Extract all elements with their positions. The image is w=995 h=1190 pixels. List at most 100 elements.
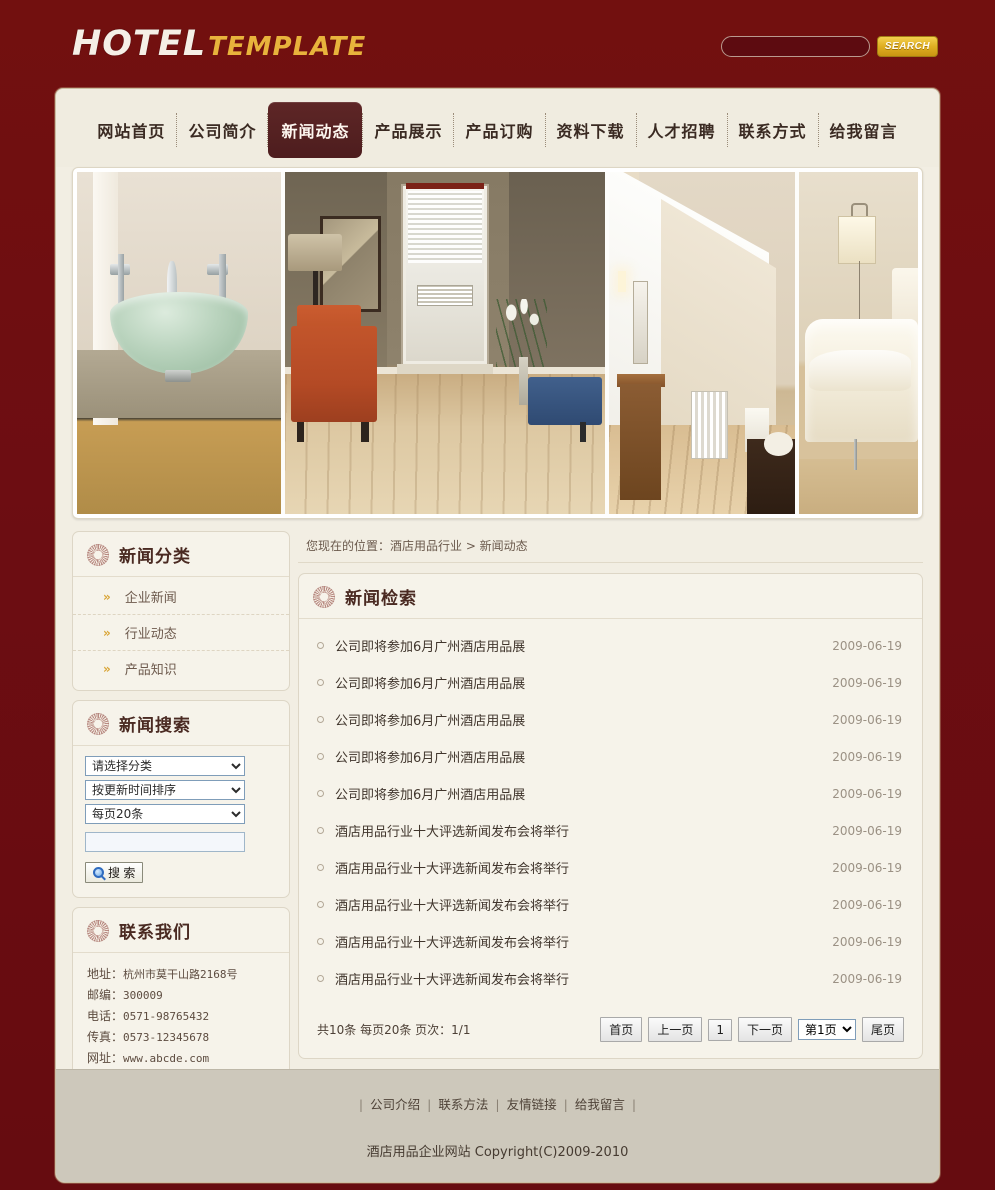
breadcrumb: 您现在的位置：酒店用品行业 > 新闻动态 <box>298 531 923 563</box>
category-item[interactable]: » 产品知识 <box>73 651 289 686</box>
news-item[interactable]: 公司即将参加6月广州酒店用品展 2009-06-19 <box>317 627 904 664</box>
panel-header: 联系我们 <box>73 908 289 953</box>
panel-news-categories: 新闻分类 » 企业新闻 » 行业动态 » 产品知识 <box>72 531 290 691</box>
category-item-label: 行业动态 <box>124 627 177 642</box>
news-item-title: 酒店用品行业十大评选新闻发布会将举行 <box>335 899 570 914</box>
banner-slide-bedroom[interactable] <box>795 172 918 514</box>
last-page-button[interactable]: 尾页 <box>861 1017 904 1042</box>
news-item[interactable]: 公司即将参加6月广州酒店用品展 2009-06-19 <box>317 701 904 738</box>
category-select[interactable]: 请选择分类 <box>85 756 245 776</box>
keyword-input[interactable] <box>85 832 245 852</box>
news-item-date: 2009-06-19 <box>832 712 902 727</box>
banner-slide-attic[interactable] <box>605 172 796 514</box>
news-item-title: 酒店用品行业十大评选新闻发布会将举行 <box>335 973 570 988</box>
page-jump-select[interactable]: 第1页 <box>797 1019 856 1040</box>
sort-select[interactable]: 按更新时间排序 <box>85 780 245 800</box>
bullet-icon <box>317 827 324 834</box>
sunburst-icon <box>313 585 335 608</box>
bullet-icon <box>317 864 324 871</box>
news-list: 公司即将参加6月广州酒店用品展 2009-06-19 公司即将参加6月广州酒店用品展… <box>299 619 922 1001</box>
contact-value: 300009 <box>123 989 163 1002</box>
news-item-date: 2009-06-19 <box>832 897 902 912</box>
sunburst-icon <box>87 543 109 566</box>
category-item-label: 企业新闻 <box>124 591 177 606</box>
footer-link-1[interactable]: 公司介绍 <box>370 1097 420 1112</box>
contact-value: 0573-12345678 <box>123 1031 210 1044</box>
nav-item-6[interactable]: 资料下载 <box>546 106 636 154</box>
pagination: 共10条 每页20条 页次：1/1 首页 上一页 1 下一页 第1页 尾页 <box>299 1003 922 1058</box>
contact-label: 网址： <box>87 1051 124 1065</box>
per-page-select[interactable]: 每页20条 <box>85 804 245 824</box>
hero-banner[interactable] <box>72 167 923 519</box>
search-input[interactable] <box>721 36 870 57</box>
contact-line: 地址：杭州市莫干山路2168号 <box>87 964 275 985</box>
news-item-title: 公司即将参加6月广州酒店用品展 <box>335 640 526 655</box>
contact-label: 邮编： <box>87 988 124 1002</box>
contact-line: 邮编：300009 <box>87 985 275 1006</box>
news-item[interactable]: 公司即将参加6月广州酒店用品展 2009-06-19 <box>317 664 904 701</box>
bullet-icon <box>317 790 324 797</box>
footer-links: | 公司介绍 | 联系方法 | 友情链接 | 给我留言 | <box>56 1094 939 1113</box>
pagination-controls: 首页 上一页 1 下一页 第1页 尾页 <box>600 1017 904 1042</box>
panel-title: 联系我们 <box>119 923 191 943</box>
news-item[interactable]: 酒店用品行业十大评选新闻发布会将举行 2009-06-19 <box>317 849 904 886</box>
news-item[interactable]: 酒店用品行业十大评选新闻发布会将举行 2009-06-19 <box>317 812 904 849</box>
banner-slide-bathroom[interactable] <box>77 172 281 514</box>
bullet-icon <box>317 716 324 723</box>
banner-slide-livingroom[interactable] <box>280 172 606 514</box>
news-item[interactable]: 公司即将参加6月广州酒店用品展 2009-06-19 <box>317 738 904 775</box>
nav-item-9[interactable]: 给我留言 <box>819 106 909 154</box>
news-item[interactable]: 酒店用品行业十大评选新闻发布会将举行 2009-06-19 <box>317 886 904 923</box>
footer-separator: | <box>495 1097 500 1112</box>
site-footer: | 公司介绍 | 联系方法 | 友情链接 | 给我留言 | 酒店用品企业网站 Copyright… <box>56 1069 939 1182</box>
panel-title: 新闻分类 <box>119 547 191 567</box>
panel-title: 新闻搜索 <box>119 716 191 736</box>
panel-header: 新闻分类 <box>73 532 289 577</box>
news-item[interactable]: 公司即将参加6月广州酒店用品展 2009-06-19 <box>317 775 904 812</box>
contact-label: 电话： <box>87 1009 124 1023</box>
nav-item-1[interactable]: 网站首页 <box>86 106 176 154</box>
footer-link-3[interactable]: 友情链接 <box>507 1097 557 1112</box>
category-item[interactable]: » 行业动态 <box>73 615 289 651</box>
chevron-right-icon: » <box>103 661 111 676</box>
footer-link-4[interactable]: 给我留言 <box>575 1097 625 1112</box>
nav-item-5[interactable]: 产品订购 <box>454 106 544 154</box>
nav-item-3[interactable]: 新闻动态 <box>268 102 363 158</box>
nav-item-4[interactable]: 产品展示 <box>363 106 453 154</box>
footer-separator: | <box>563 1097 568 1112</box>
bullet-icon <box>317 901 324 908</box>
first-page-button[interactable]: 首页 <box>600 1017 643 1042</box>
bullet-icon <box>317 679 324 686</box>
nav-item-2[interactable]: 公司简介 <box>177 106 267 154</box>
header-search: SEARCH <box>721 36 938 57</box>
prev-page-button[interactable]: 上一页 <box>648 1017 703 1042</box>
page-number-1[interactable]: 1 <box>708 1018 732 1041</box>
news-item-title: 公司即将参加6月广州酒店用品展 <box>335 751 526 766</box>
sunburst-icon <box>87 919 109 942</box>
next-page-button[interactable]: 下一页 <box>737 1017 792 1042</box>
news-item-date: 2009-06-19 <box>832 638 902 653</box>
news-search-button-label: 搜 索 <box>108 866 136 880</box>
footer-link-2[interactable]: 联系方法 <box>438 1097 488 1112</box>
panel-title: 新闻检索 <box>345 589 417 609</box>
news-item-date: 2009-06-19 <box>832 971 902 986</box>
logo-secondary-text: TEMPLATE <box>208 32 367 62</box>
news-item[interactable]: 酒店用品行业十大评选新闻发布会将举行 2009-06-19 <box>317 923 904 960</box>
news-item-title: 公司即将参加6月广州酒店用品展 <box>335 788 526 803</box>
news-item-title: 酒店用品行业十大评选新闻发布会将举行 <box>335 936 570 951</box>
nav-item-7[interactable]: 人才招聘 <box>637 106 727 154</box>
news-item-title: 公司即将参加6月广州酒店用品展 <box>335 714 526 729</box>
news-item-date: 2009-06-19 <box>832 749 902 764</box>
chevron-right-icon: » <box>103 625 111 640</box>
category-item[interactable]: » 企业新闻 <box>73 579 289 615</box>
footer-separator: | <box>358 1097 364 1112</box>
news-search-button[interactable]: 搜 索 <box>85 862 144 883</box>
news-item[interactable]: 酒店用品行业十大评选新闻发布会将举行 2009-06-19 <box>317 960 904 997</box>
search-button[interactable]: SEARCH <box>877 36 938 57</box>
page-frame: 网站首页 公司简介 新闻动态 产品展示 产品订购 资料下载 人才招聘 联系方式 给我留言 <box>55 88 940 1183</box>
footer-copyright: 酒店用品企业网站 Copyright(C)2009-2010 <box>366 1145 629 1160</box>
main-content: 您现在的位置：酒店用品行业 > 新闻动态 新闻检索 公司即将参加6月广州酒店用品… <box>298 531 923 1059</box>
panel-news-list: 新闻检索 公司即将参加6月广州酒店用品展 2009-06-19 公司即将参加6月广州… <box>298 573 923 1059</box>
nav-item-8[interactable]: 联系方式 <box>728 106 818 154</box>
site-logo: HOTELTEMPLATE <box>72 24 367 64</box>
